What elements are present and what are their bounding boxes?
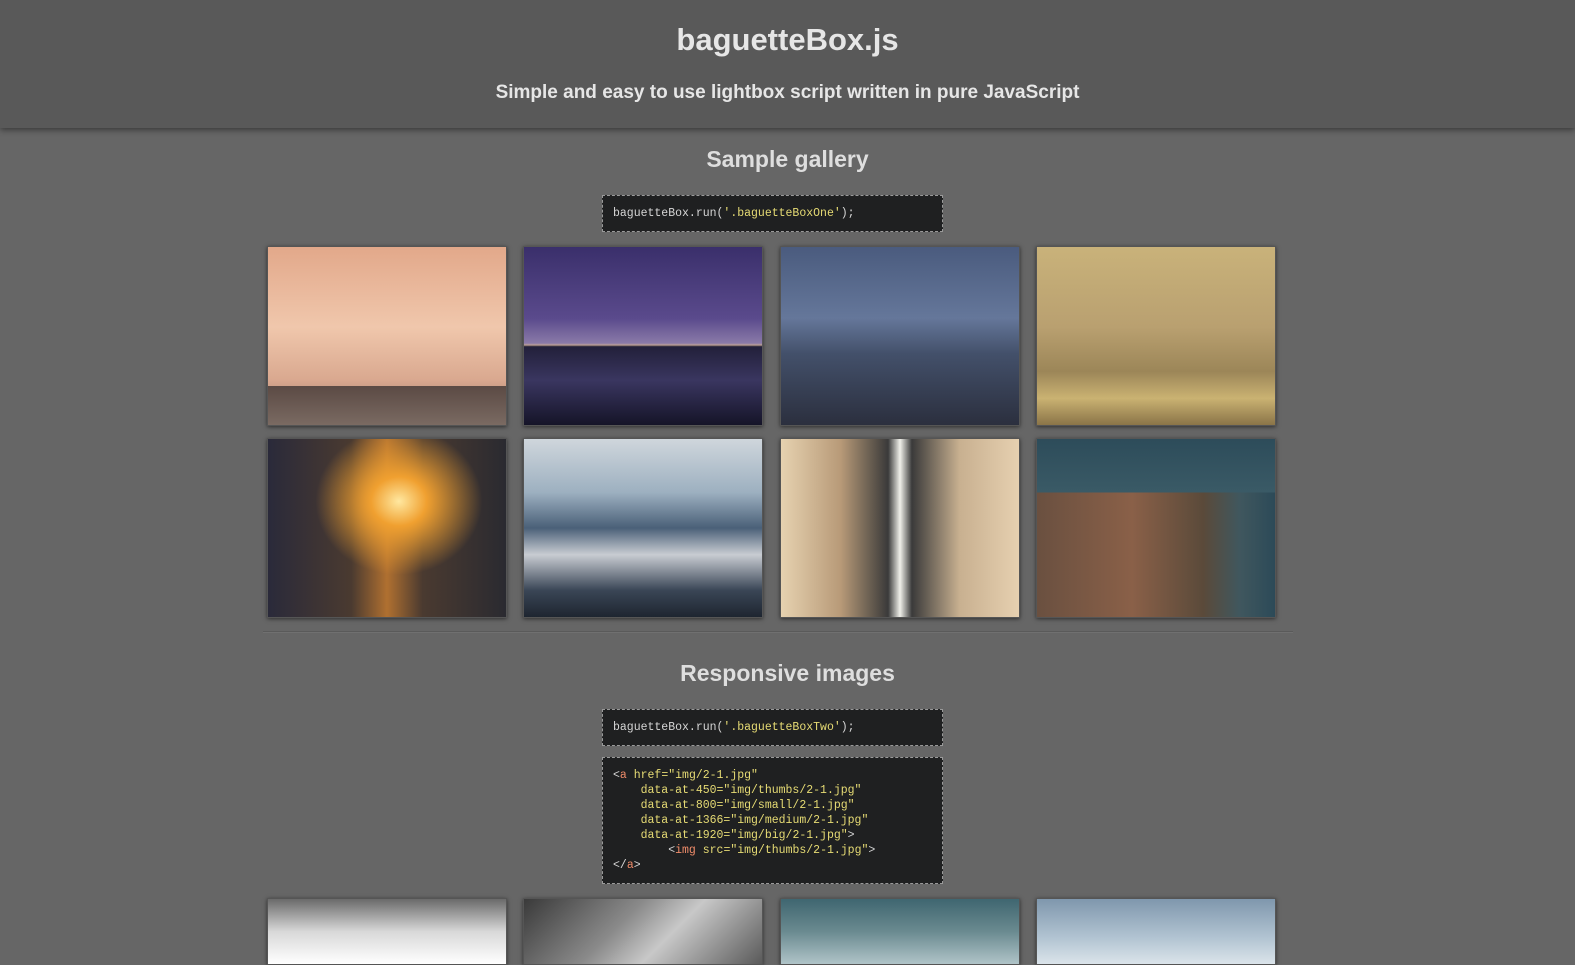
- responsive-markup-example: <a href="img/2-1.jpg" data-at-450="img/t…: [602, 757, 943, 884]
- responsive-thumb-4[interactable]: [1036, 898, 1276, 965]
- page-header: baguetteBox.js Simple and easy to use li…: [0, 0, 1575, 128]
- gallery-thumb-snowy-rooftops[interactable]: [523, 438, 763, 618]
- sample-gallery-heading: Sample gallery: [706, 146, 869, 172]
- sample-gallery-code: baguetteBox.run('.baguetteBoxOne');: [602, 195, 943, 232]
- gallery-thumb-golden-gate-bridge[interactable]: [267, 246, 507, 426]
- page-title: baguetteBox.js: [676, 22, 899, 57]
- responsive-images-heading: Responsive images: [680, 660, 895, 686]
- gallery-thumb-brooklyn-bridge-night[interactable]: [523, 246, 763, 426]
- section-divider: [263, 631, 1293, 633]
- responsive-images-code: baguetteBox.run('.baguetteBoxTwo');: [602, 709, 943, 746]
- gallery-thumb-street-sunset[interactable]: [267, 438, 507, 618]
- gallery-thumb-narrow-street-balconies[interactable]: [780, 438, 1020, 618]
- responsive-thumb-2[interactable]: [523, 898, 763, 965]
- gallery-thumb-cliffside-village[interactable]: [1036, 438, 1276, 618]
- responsive-thumb-1[interactable]: [267, 898, 507, 965]
- gallery-thumb-city-skyline-dusk[interactable]: [780, 246, 1020, 426]
- responsive-thumb-3[interactable]: [780, 898, 1020, 965]
- gallery-thumb-hazy-city-river[interactable]: [1036, 246, 1276, 426]
- page-subtitle: Simple and easy to use lightbox script w…: [495, 82, 1080, 103]
